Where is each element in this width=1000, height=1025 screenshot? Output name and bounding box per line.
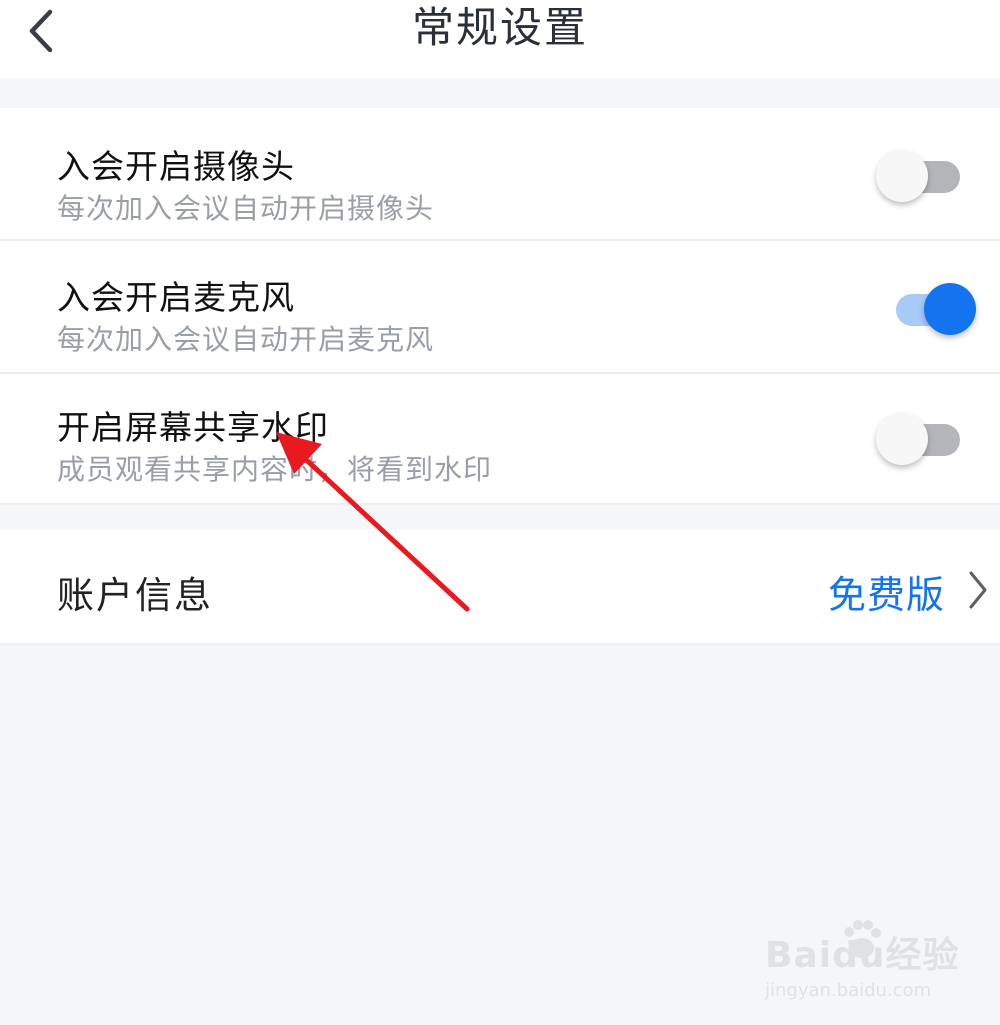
- setting-title: 开启屏幕共享水印: [57, 408, 329, 447]
- watermark-url: jingyan.baidu.com: [765, 980, 932, 1001]
- toggle-knob: [876, 413, 928, 465]
- microphone-toggle[interactable]: [876, 279, 976, 339]
- setting-row-camera[interactable]: 入会开启摄像头 每次加入会议自动开启摄像头: [0, 108, 1000, 241]
- nav-bar: 常规设置: [0, 0, 1000, 78]
- setting-description: 每次加入会议自动开启麦克风: [57, 323, 435, 356]
- setting-description: 每次加入会议自动开启摄像头: [57, 192, 435, 225]
- toggle-knob: [924, 283, 976, 335]
- setting-title: 入会开启摄像头: [57, 147, 295, 186]
- setting-row-microphone[interactable]: 入会开启麦克风 每次加入会议自动开启麦克风: [0, 241, 1000, 374]
- watermark-text: Baidu经验: [765, 935, 960, 976]
- setting-title: 入会开启麦克风: [57, 278, 295, 317]
- chevron-right-icon: [969, 571, 987, 609]
- account-plan-value: 免费版: [828, 573, 946, 617]
- screen-share-watermark-toggle[interactable]: [876, 409, 976, 469]
- toggle-knob: [876, 150, 928, 202]
- baidu-jingyan-watermark: Baidu经验 jingyan.baidu.com: [765, 918, 990, 1008]
- account-info-label: 账户信息: [57, 574, 213, 617]
- settings-list: 入会开启摄像头 每次加入会议自动开启摄像头 入会开启麦克风 每次加入会议自动开启…: [0, 108, 1000, 505]
- page-title: 常规设置: [411, 3, 588, 52]
- setting-description: 成员观看共享内容时，将看到水印: [57, 453, 493, 486]
- account-info-row[interactable]: 账户信息 免费版: [0, 530, 1000, 645]
- camera-toggle[interactable]: [876, 146, 976, 206]
- setting-row-share-watermark[interactable]: 开启屏幕共享水印 成员观看共享内容时，将看到水印: [0, 374, 1000, 505]
